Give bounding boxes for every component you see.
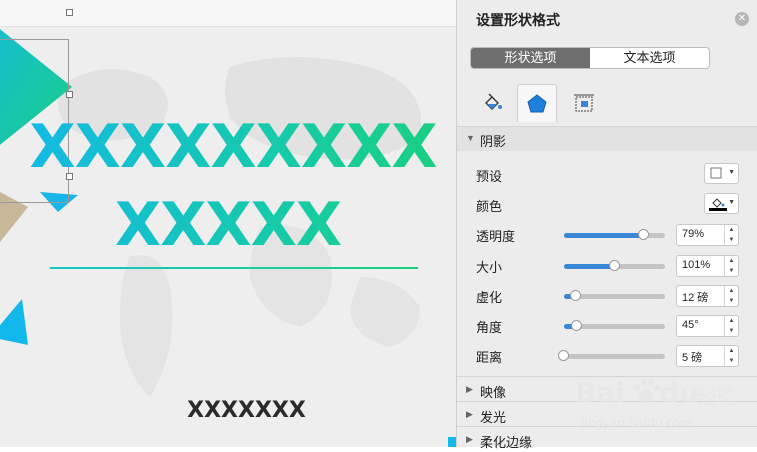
color-label: 颜色 bbox=[476, 199, 503, 214]
shadow-section-label: 阴影 bbox=[480, 134, 507, 149]
transparency-slider[interactable] bbox=[564, 229, 665, 240]
size-slider-fill bbox=[564, 264, 615, 269]
distance-spinbox[interactable]: 5 磅 ▲ ▼ bbox=[676, 345, 739, 367]
angle-slider[interactable] bbox=[564, 320, 665, 331]
fill-line-tab[interactable] bbox=[472, 84, 512, 122]
blur-label: 虚化 bbox=[476, 290, 503, 305]
baidu-watermark: Bai du 经验 jingyan.baidu.com bbox=[573, 372, 748, 442]
resize-handle-bottom[interactable] bbox=[66, 173, 73, 180]
reflection-section-label: 映像 bbox=[480, 385, 507, 400]
transparency-slider-knob[interactable] bbox=[637, 229, 649, 240]
stepper-arrows-icon[interactable]: ▲ ▼ bbox=[724, 316, 738, 336]
options-segmented-control: 形状选项 文本选项 bbox=[470, 47, 710, 69]
soft-edges-section-label: 柔化边缘 bbox=[480, 435, 533, 450]
distance-value[interactable]: 5 磅 bbox=[682, 349, 702, 365]
title-divider-line bbox=[50, 267, 418, 269]
blur-value[interactable]: 12 磅 bbox=[682, 289, 708, 305]
effects-tab[interactable] bbox=[517, 84, 557, 122]
watermark-product: 经验 bbox=[697, 385, 737, 409]
stepper-arrows-icon[interactable]: ▲ ▼ bbox=[724, 256, 738, 276]
distance-label: 距离 bbox=[476, 350, 503, 365]
size-slider-knob[interactable] bbox=[608, 260, 620, 271]
blur-slider[interactable] bbox=[564, 290, 665, 301]
close-icon[interactable]: ✕ bbox=[735, 12, 749, 26]
shadow-color-picker[interactable]: ▼ bbox=[704, 193, 739, 214]
distance-slider[interactable] bbox=[558, 350, 665, 361]
triangle-down-icon: ▼ bbox=[466, 133, 475, 143]
triangle-right-icon: ▶ bbox=[466, 434, 473, 444]
resize-handle-top[interactable] bbox=[66, 9, 73, 16]
tab-text-options[interactable]: 文本选项 bbox=[590, 48, 709, 68]
stepper-arrows-icon[interactable]: ▲ ▼ bbox=[724, 225, 738, 245]
triangle-right-icon: ▶ bbox=[466, 409, 473, 419]
paint-bucket-icon bbox=[709, 198, 727, 211]
stepper-arrows-icon[interactable]: ▲ ▼ bbox=[724, 286, 738, 306]
shadow-section-header[interactable]: ▼ 阴影 bbox=[457, 127, 757, 151]
blur-spinbox[interactable]: 12 磅 ▲ ▼ bbox=[676, 285, 739, 307]
paw-icon bbox=[633, 378, 661, 403]
watermark-brand: Bai bbox=[575, 376, 625, 409]
shadow-preset-swatch-icon bbox=[710, 167, 722, 179]
size-label: 大小 bbox=[476, 260, 503, 275]
headline-line-1[interactable]: XXXXXXXXX bbox=[0, 112, 456, 182]
angle-value[interactable]: 45° bbox=[682, 319, 699, 331]
pane-title: 设置形状格式 bbox=[476, 12, 560, 28]
transparency-label: 透明度 bbox=[476, 229, 516, 244]
blur-slider-knob[interactable] bbox=[570, 290, 582, 301]
transparency-value[interactable]: 79% bbox=[682, 228, 704, 240]
angle-slider-knob[interactable] bbox=[570, 320, 582, 331]
watermark-url: jingyan.baidu.com bbox=[581, 416, 692, 430]
shadow-preset-dropdown[interactable]: ▼ bbox=[704, 163, 739, 184]
size-spinbox[interactable]: 101% ▲ ▼ bbox=[676, 255, 739, 277]
preset-label: 预设 bbox=[476, 169, 503, 184]
transparency-slider-fill bbox=[564, 233, 644, 238]
paint-bucket-icon bbox=[485, 93, 502, 110]
chevron-down-icon: ▼ bbox=[728, 169, 735, 176]
size-slider[interactable] bbox=[564, 260, 665, 271]
size-properties-tab[interactable] bbox=[564, 84, 604, 122]
glow-section-label: 发光 bbox=[480, 410, 507, 425]
format-category-tabs bbox=[457, 84, 757, 124]
slide-canvas-area: XXXXXXXXX XXXXX XXXXXXX bbox=[0, 0, 456, 447]
size-layout-icon bbox=[574, 94, 594, 112]
size-value[interactable]: 101% bbox=[682, 259, 710, 271]
chevron-down-icon: ▼ bbox=[728, 199, 735, 206]
stepper-arrows-icon[interactable]: ▲ ▼ bbox=[724, 346, 738, 366]
subtitle-text[interactable]: XXXXXXX bbox=[0, 398, 456, 423]
resize-handle-right[interactable] bbox=[66, 91, 73, 98]
tab-shape-options[interactable]: 形状选项 bbox=[471, 48, 590, 68]
triangle-right-icon: ▶ bbox=[466, 384, 473, 394]
distance-slider-knob[interactable] bbox=[558, 350, 569, 361]
angle-spinbox[interactable]: 45° ▲ ▼ bbox=[676, 315, 739, 337]
watermark-brand-suffix: du bbox=[659, 376, 699, 409]
transparency-spinbox[interactable]: 79% ▲ ▼ bbox=[676, 224, 739, 246]
headline-line-2[interactable]: XXXXX bbox=[0, 190, 456, 260]
pentagon-icon bbox=[527, 93, 547, 112]
angle-label: 角度 bbox=[476, 320, 503, 335]
